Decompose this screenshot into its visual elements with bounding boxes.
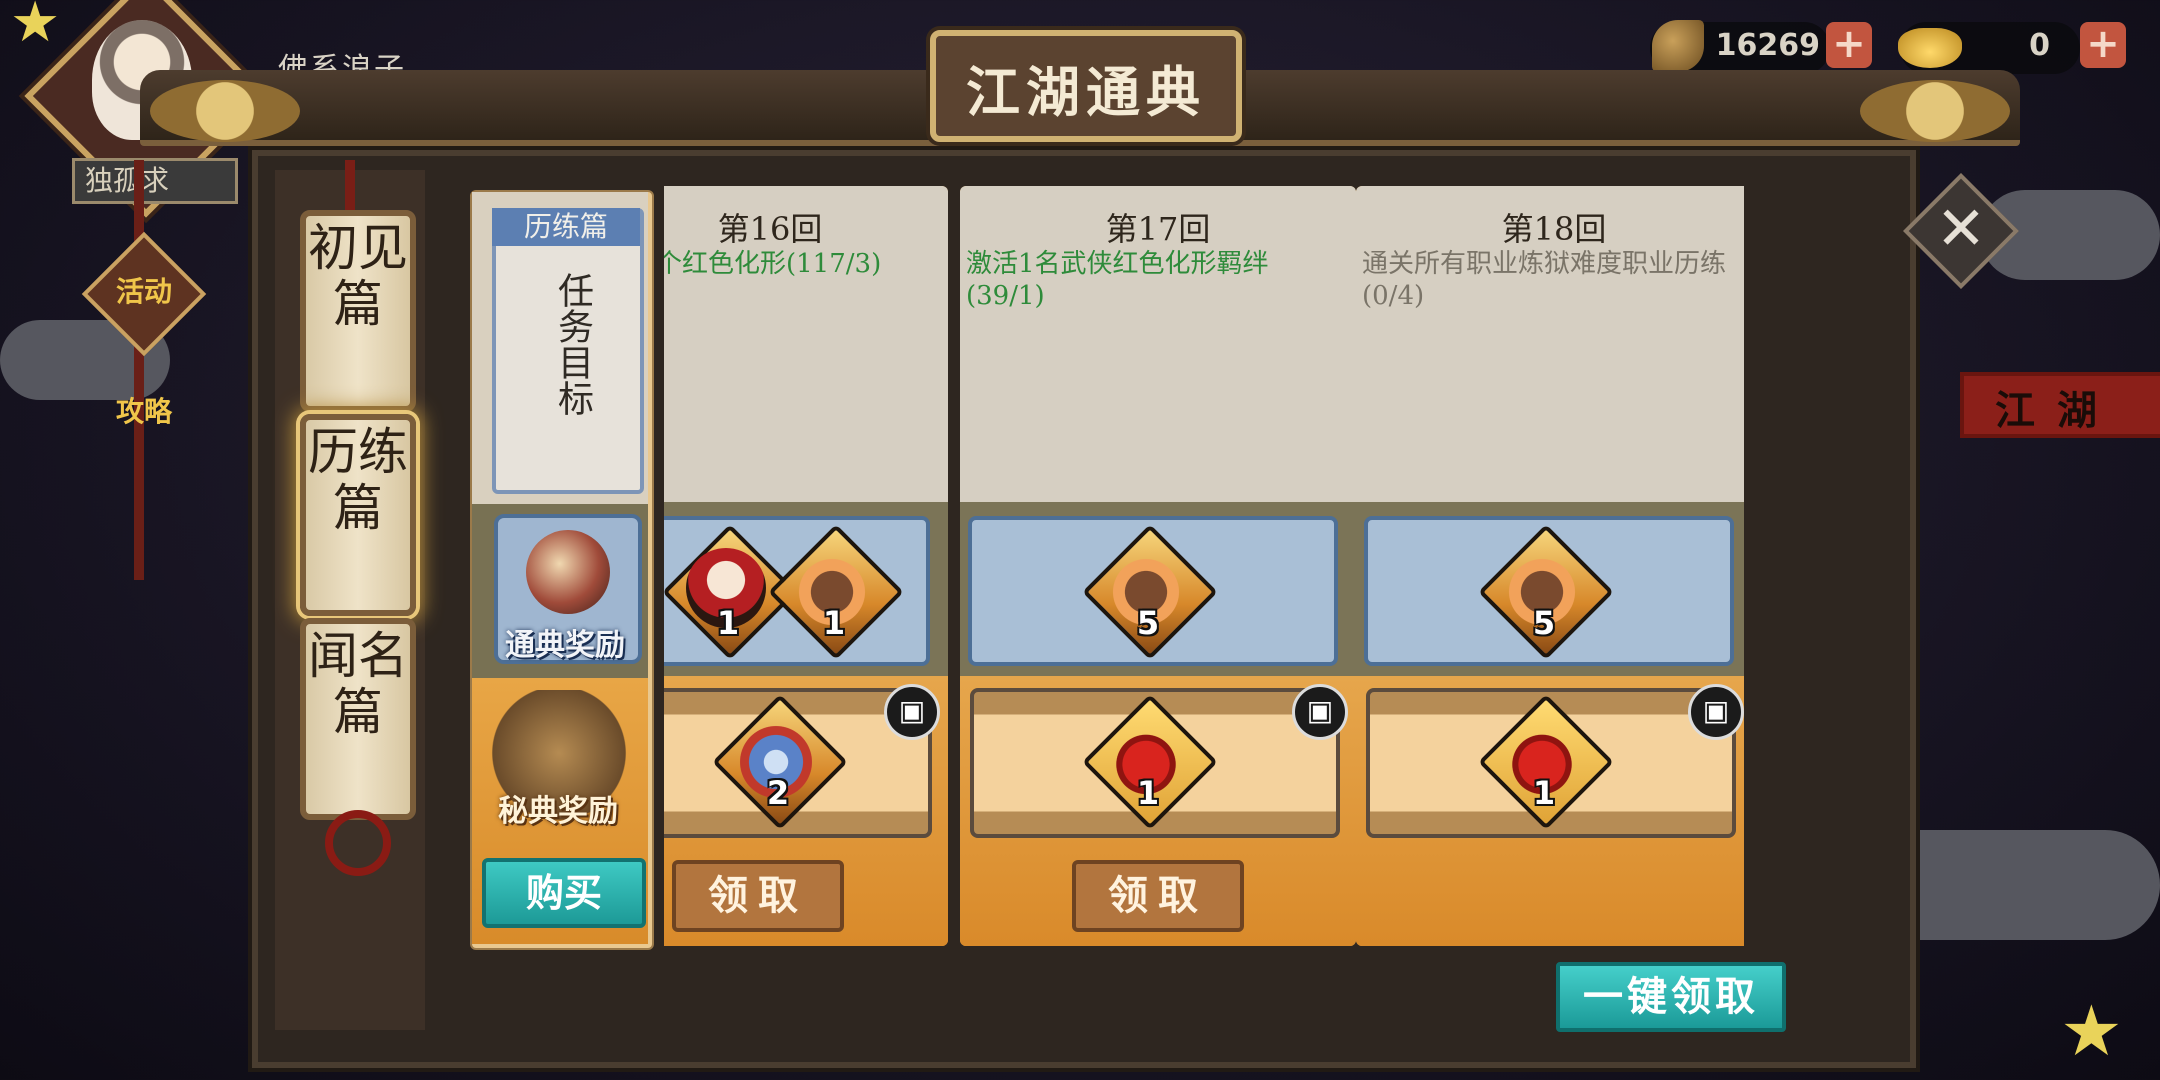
item-quantity: 5	[1532, 604, 1556, 642]
chapter-title: 第16回	[717, 210, 823, 248]
lock-icon: ▣	[1292, 684, 1348, 740]
chapter-task: 通关所有职业炼狱难度职业历练(0/4)	[1362, 249, 1727, 311]
chapter-title: 第17回	[1105, 210, 1211, 248]
claim-all-button[interactable]: 一键领取	[1556, 962, 1786, 1032]
tab-chujian-label[interactable]: 初见篇	[300, 220, 416, 332]
knot-decoration	[325, 810, 391, 876]
secret-reward-label: 秘典奖励	[498, 794, 618, 829]
chapter-card-17: 第17回 激活1名武侠红色化形羁绊(39/1) 5 ▣ 1 领取	[960, 186, 1356, 946]
event-rope	[134, 160, 144, 580]
leaf-currency-icon	[1652, 20, 1704, 72]
buy-button[interactable]: 购买	[482, 858, 646, 928]
lock-icon: ▣	[1688, 684, 1744, 740]
tab-lilian-label[interactable]: 历练篇	[300, 424, 416, 536]
chapter-scroll-area[interactable]: 第16回 个红色化形(117/3) 1 1 ▣ 2 领取 第17回 激活1名武侠…	[664, 186, 1744, 948]
star-decoration: ★	[10, 0, 61, 55]
currency-value-leaf: 16269	[1715, 28, 1820, 63]
chapter-task: 个红色化形(117/3)	[664, 249, 882, 279]
section-header: 历练篇	[492, 208, 640, 246]
chapter-task: 激活1名武侠红色化形羁绊(39/1)	[966, 249, 1269, 311]
guide-label[interactable]: 攻略	[104, 390, 184, 430]
add-leaf-button[interactable]: +	[1826, 22, 1872, 68]
claim-button[interactable]: 领取	[1072, 860, 1244, 932]
tongdian-reward-label: 通典奖励	[505, 628, 625, 663]
item-quantity: 1	[716, 604, 740, 642]
star-decoration: ★	[2060, 990, 2123, 1072]
item-quantity: 5	[1136, 604, 1160, 642]
close-icon[interactable]: ✕	[1920, 194, 2002, 264]
task-goal-label: 任务目标	[552, 272, 593, 416]
tab-wenming-label[interactable]: 闻名篇	[300, 628, 416, 740]
add-gold-button[interactable]: +	[2080, 22, 2126, 68]
roof-ornament-left	[150, 80, 300, 142]
page-title: 江湖通典	[966, 60, 1206, 124]
jianghu-label: 江湖	[1995, 387, 2119, 434]
drum-icon	[526, 530, 610, 614]
lock-icon: ▣	[884, 684, 940, 740]
item-quantity: 1	[822, 604, 846, 642]
roof-ornament-right	[1860, 80, 2010, 142]
chapter-title: 第18回	[1501, 210, 1607, 248]
currency-value-gold: 0	[2029, 28, 2050, 63]
avatar-name: 独孤求	[72, 158, 238, 204]
item-quantity: 2	[766, 774, 790, 812]
chapter-card-18: 第18回 通关所有职业炼狱难度职业历练(0/4) 5 ▣ 1	[1356, 186, 1744, 946]
claim-button[interactable]: 领取	[672, 860, 844, 932]
item-quantity: 1	[1136, 774, 1160, 812]
chapter-card-16: 第16回 个红色化形(117/3) 1 1 ▣ 2 领取	[664, 186, 948, 946]
item-quantity: 1	[1532, 774, 1556, 812]
event-label[interactable]: 活动	[104, 270, 184, 310]
